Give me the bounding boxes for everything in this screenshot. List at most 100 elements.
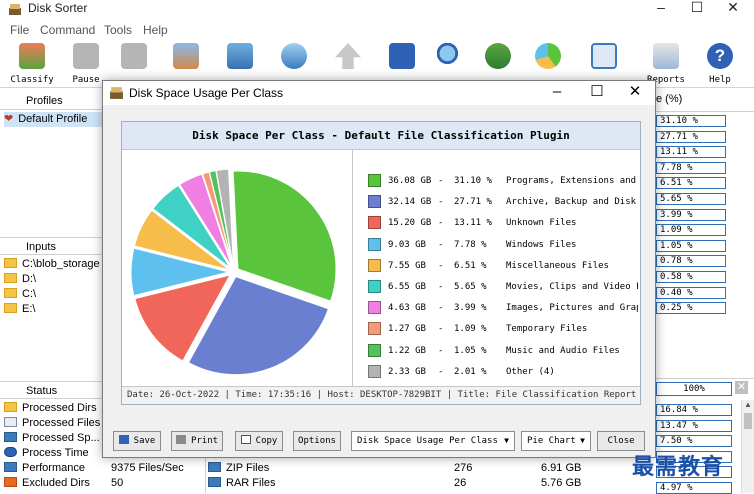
close-panel-button[interactable]: ✕ [735, 381, 748, 394]
file-icon [4, 417, 17, 427]
classify-label: Classify [10, 75, 54, 85]
top-files-icon [591, 43, 617, 69]
window-title: Disk Sorter [28, 1, 88, 15]
folder-icon [4, 303, 17, 313]
legend-dash: - [438, 176, 444, 186]
help-icon: ? [707, 43, 733, 69]
profile-item[interactable]: ❤ Default Profile [4, 112, 104, 127]
pct-column-header[interactable]: e (%) [656, 93, 682, 105]
dialog-close-button[interactable]: ✕ [615, 83, 655, 103]
computer-icon [227, 43, 253, 69]
report-footer: Date: 26-Oct-2022 | Time: 17:35:16 | Hos… [122, 386, 640, 404]
print-label: Print [190, 436, 219, 446]
input-item[interactable]: C:\ [4, 288, 36, 303]
legend-dash: - [438, 303, 444, 314]
chart-dialog: Disk Space Usage Per Class – ☐ ✕ Disk Sp… [102, 80, 656, 458]
classify-button[interactable]: Classify [6, 42, 58, 88]
pct-cell: 0.78 % [656, 255, 726, 268]
status-row: Process Time [4, 447, 89, 462]
save-label: Save [133, 436, 156, 446]
pct-cell: 0.58 % [656, 271, 726, 283]
charts-icon [535, 43, 561, 69]
legend-size: 6.55 GB [388, 282, 426, 292]
legend-size: 9.03 GB [388, 239, 426, 250]
pct-cell: 13.47 % [656, 419, 732, 432]
legend-swatch [368, 195, 381, 209]
legend-swatch [368, 322, 381, 336]
help-button[interactable]: ? Help [694, 42, 746, 88]
status-value: 9375 Files/Sec [111, 462, 184, 474]
profile-icon: ❤ [4, 113, 14, 125]
input-item[interactable]: D:\ [4, 273, 36, 288]
legend-row: 9.03 GB -7.78 % Windows Files [368, 237, 638, 252]
legend-size: 1.22 GB [388, 345, 426, 356]
file-row[interactable]: RAR Files 26 5.76 GB [208, 477, 588, 492]
save-button[interactable]: Save [113, 431, 161, 451]
legend-swatch [368, 216, 381, 230]
chart-select[interactable]: Disk Space Usage Per Class ▼ [351, 431, 515, 451]
legend-percent: 31.10 % [454, 176, 492, 186]
menu-tools[interactable]: Tools [104, 23, 132, 37]
up-arrow-icon [335, 43, 361, 69]
copy-button[interactable]: Copy [235, 431, 283, 451]
legend-dash: - [438, 218, 444, 229]
legend-name: Music and Audio Files [506, 345, 620, 356]
legend-percent: 7.78 % [454, 239, 487, 250]
legend-percent: 27.71 % [454, 197, 492, 208]
options-button[interactable]: Options [293, 431, 341, 451]
dialog-maximize-button[interactable]: ☐ [577, 83, 617, 103]
stop-icon [121, 43, 147, 69]
dialog-titlebar[interactable]: Disk Space Usage Per Class – ☐ ✕ [103, 81, 655, 105]
legend-dash: - [438, 324, 444, 335]
status-row: Performance 9375 Files/Sec [4, 462, 204, 477]
disk-icon [4, 432, 17, 442]
menu-command[interactable]: Command [40, 23, 95, 37]
pct-cell: 16.84 % [656, 404, 732, 416]
status-header-label: Status [26, 385, 58, 397]
legend-swatch [368, 364, 381, 378]
scroll-thumb[interactable] [744, 413, 752, 429]
vertical-scrollbar[interactable]: ▲ [741, 400, 754, 493]
save-icon [118, 435, 129, 444]
print-icon [175, 435, 186, 444]
file-row[interactable]: ZIP Files 276 6.91 GB [208, 462, 588, 477]
file-name: ZIP Files [226, 462, 270, 474]
menu-help[interactable]: Help [143, 23, 168, 37]
header-divider [656, 111, 754, 112]
legend-size: 2.33 GB [388, 366, 426, 377]
pct-cell: 6.51 % [656, 177, 726, 190]
status-label: Performance [22, 462, 85, 474]
zoom-box[interactable]: 100% [656, 382, 732, 396]
legend-name: Archive, Backup and Disk I [506, 197, 638, 208]
rar-file-icon [208, 477, 221, 487]
close-button[interactable]: Close [597, 431, 645, 451]
close-label: Close [607, 436, 635, 446]
close-window-button[interactable]: ✕ [710, 0, 754, 20]
search-icon [437, 43, 463, 69]
legend-row: 1.27 GB -1.09 % Temporary Files [368, 322, 638, 336]
legend-dash: - [438, 345, 444, 356]
file-size: 5.76 GB [541, 477, 582, 489]
legend-percent: 5.65 % [454, 282, 487, 292]
folder-icon [4, 288, 17, 298]
legend-row: 2.33 GB -2.01 % Other (4) [368, 364, 638, 379]
classify-icon [19, 43, 45, 69]
menu-file[interactable]: File [10, 23, 29, 37]
app-icon [9, 4, 21, 15]
print-button[interactable]: Print [171, 431, 223, 451]
legend-size: 32.14 GB [388, 197, 432, 208]
folder-icon [4, 258, 17, 268]
input-item[interactable]: C:\blob_storage [4, 258, 100, 273]
scroll-up-icon[interactable]: ▲ [742, 400, 754, 409]
dialog-minimize-button[interactable]: – [537, 83, 577, 103]
input-item[interactable]: E:\ [4, 303, 35, 318]
legend-dash: - [438, 260, 444, 271]
legend-row: 36.08 GB -31.10 % Programs, Extensions and… [368, 174, 638, 188]
legend-percent: 2.01 % [454, 366, 487, 377]
input-label: D:\ [22, 273, 37, 285]
status-row: Processed Dirs [4, 402, 97, 417]
chevron-down-icon: ▼ [504, 436, 509, 445]
pct-cell: 0.25 % [656, 302, 726, 315]
chart-type-select[interactable]: Pie Chart ▼ [521, 431, 591, 451]
main-titlebar: Disk Sorter – ☐ ✕ [0, 0, 754, 20]
